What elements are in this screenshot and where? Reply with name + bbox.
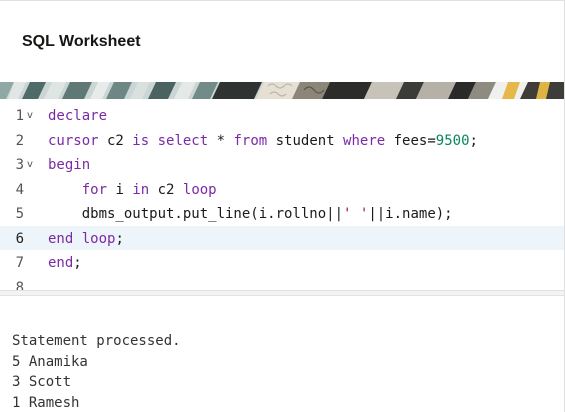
fold-chevron-icon[interactable]: v bbox=[27, 159, 33, 170]
line-number: 8 bbox=[15, 279, 24, 291]
sql-keyword: is bbox=[132, 132, 150, 149]
code-text: dbms_output.put_line(i.rollno||' '||i.na… bbox=[48, 206, 453, 222]
line-number: 6 bbox=[15, 230, 24, 247]
sql-keyword: end bbox=[48, 230, 74, 247]
code-line[interactable]: 2 cursor c2 is select * from student wher… bbox=[0, 128, 564, 152]
output-line: 3 Scott bbox=[12, 374, 72, 390]
code-line[interactable]: 6 end loop; bbox=[0, 225, 564, 250]
line-number: 4 bbox=[15, 181, 24, 198]
code-text: end; bbox=[48, 255, 82, 271]
code-text: cursor c2 is select * from student where… bbox=[48, 133, 478, 149]
code-editor[interactable]: 1 v declare 2 cursor c2 is select * from stu… bbox=[0, 99, 564, 290]
sql-keyword: where bbox=[343, 132, 386, 149]
output-panel: Statement processed. 5 Anamika 3 Scott 1 Ra… bbox=[12, 331, 181, 412]
code-token: * bbox=[208, 132, 234, 149]
code-token: c2 bbox=[149, 181, 183, 198]
code-line[interactable]: 3 v begin bbox=[0, 152, 564, 176]
sql-keyword: in bbox=[132, 181, 150, 198]
number-literal: 9500 bbox=[435, 132, 470, 149]
string-literal: ' ' bbox=[343, 206, 369, 222]
code-token: fees= bbox=[385, 132, 436, 149]
code-line[interactable]: 7 end; bbox=[0, 250, 564, 274]
code-token: ; bbox=[115, 230, 124, 247]
code-line[interactable]: 1 v declare bbox=[0, 103, 564, 127]
sql-keyword: loop bbox=[182, 181, 217, 198]
code-token: c2 bbox=[98, 132, 133, 149]
code-text: begin bbox=[48, 157, 90, 173]
sql-keyword: end bbox=[48, 255, 74, 271]
sql-keyword: for bbox=[81, 181, 108, 198]
sql-keyword: declare bbox=[48, 108, 108, 124]
code-line[interactable]: 8 bbox=[0, 275, 564, 291]
code-token: ; bbox=[73, 255, 82, 271]
page-title: SQL Worksheet bbox=[22, 33, 141, 50]
line-number: 7 bbox=[15, 255, 24, 271]
output-line: 1 Ramesh bbox=[12, 394, 80, 411]
sql-worksheet-window: SQL Worksheet 1 v declare 2 cursor c2 is… bbox=[0, 0, 565, 412]
code-text: for i in c2 loop bbox=[48, 182, 217, 198]
code-token: ||i.name); bbox=[368, 206, 453, 222]
line-number: 1 bbox=[15, 108, 24, 124]
code-token: dbms_output.put_line(i.rollno|| bbox=[48, 206, 344, 222]
banner-pattern-graphic bbox=[0, 82, 564, 99]
sql-keyword: loop bbox=[81, 230, 116, 247]
code-line[interactable]: 5 dbms_output.put_line(i.rollno||' '||i.… bbox=[0, 201, 564, 225]
output-line: Statement processed. bbox=[12, 333, 181, 349]
editor-output-splitter[interactable] bbox=[0, 290, 564, 296]
code-token: student bbox=[267, 132, 344, 149]
code-text: declare bbox=[48, 108, 107, 124]
sql-keyword: from bbox=[233, 132, 268, 149]
code-line[interactable]: 4 for i in c2 loop bbox=[0, 177, 564, 201]
code-text: end loop; bbox=[48, 231, 124, 247]
worksheet-header: SQL Worksheet bbox=[0, 1, 564, 82]
line-number: 2 bbox=[15, 132, 24, 149]
sql-keyword: begin bbox=[48, 157, 91, 173]
sql-keyword: select bbox=[157, 132, 209, 149]
fold-chevron-icon[interactable]: v bbox=[27, 110, 33, 121]
line-number: 5 bbox=[15, 206, 24, 222]
line-number: 3 bbox=[15, 157, 24, 173]
code-token: ; bbox=[469, 132, 478, 149]
sql-keyword: cursor bbox=[48, 132, 99, 149]
output-line: 5 Anamika bbox=[12, 353, 88, 370]
code-token: i bbox=[107, 181, 133, 198]
decorative-banner bbox=[0, 82, 564, 99]
